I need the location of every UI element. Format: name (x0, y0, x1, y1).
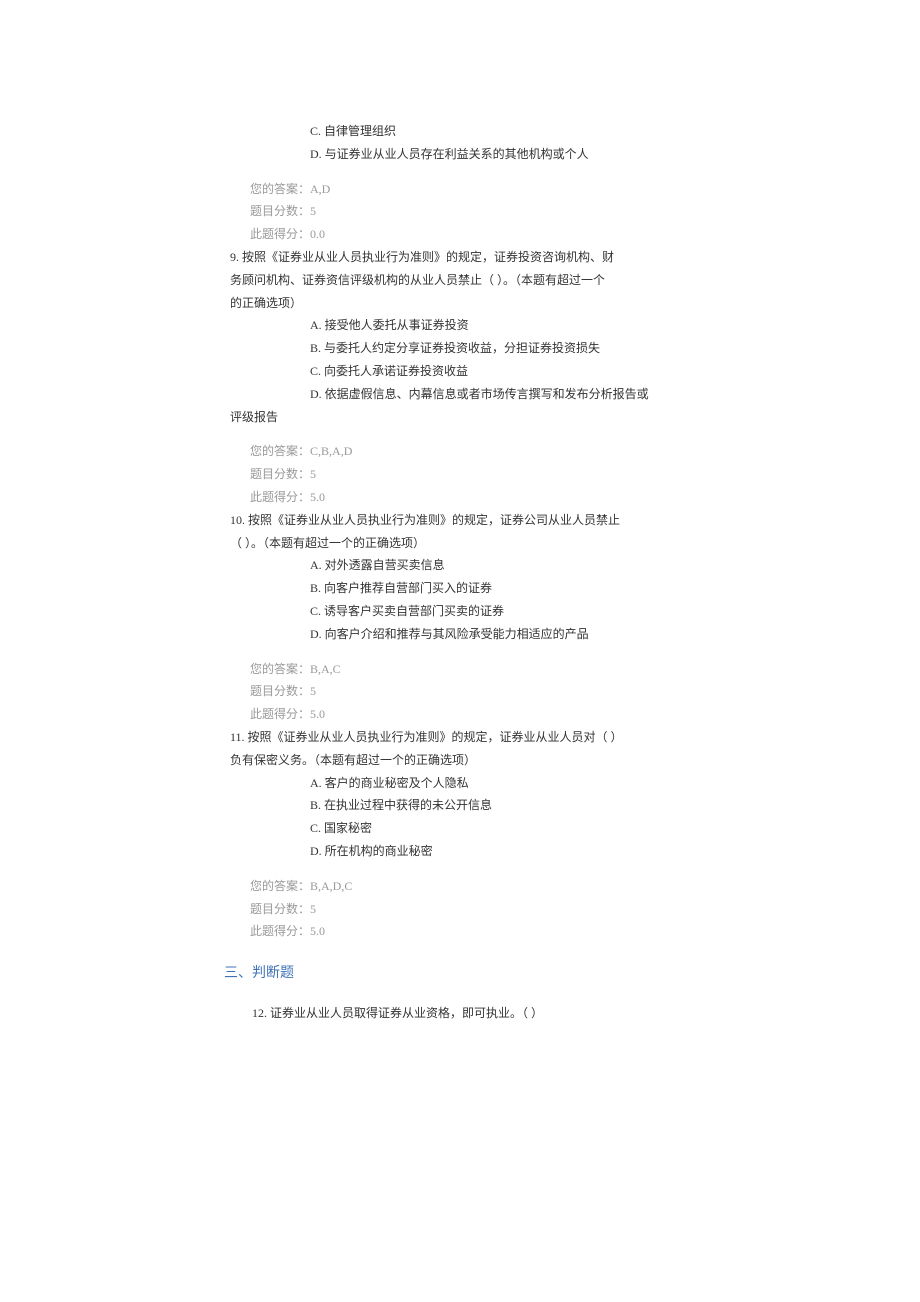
question-score-value: 5 (310, 204, 316, 218)
q11-question-score: 题目分数：5 (250, 898, 820, 921)
q9-text-line1: 9. 按照《证券业从业人员执业行为准则》的规定，证券投资咨询机构、财 (230, 246, 820, 269)
q11-option-b: B. 在执业过程中获得的未公开信息 (310, 794, 820, 817)
q10-this-score: 此题得分：5.0 (250, 703, 820, 726)
q9-this-score: 此题得分：5.0 (250, 486, 820, 509)
your-answer-label: 您的答案： (250, 662, 310, 676)
q9-option-d: D. 依据虚假信息、内幕信息或者市场传言撰写和发布分析报告或 (310, 383, 820, 406)
your-answer-label: 您的答案： (250, 444, 310, 458)
q9-option-d-cont: 评级报告 (230, 406, 820, 429)
question-score-line: 题目分数：5 (250, 200, 820, 223)
question-score-label: 题目分数： (250, 467, 310, 481)
q10-option-c: C. 诱导客户买卖自营部门买卖的证券 (310, 600, 820, 623)
q10-option-a: A. 对外透露自营买卖信息 (310, 554, 820, 577)
q9-answer-value: C,B,A,D (310, 444, 352, 458)
q9-question-score: 题目分数：5 (250, 463, 820, 486)
section-3-heading: 三、判断题 (224, 961, 820, 988)
q11-option-a: A. 客户的商业秘密及个人隐私 (310, 772, 820, 795)
q10-option-d: D. 向客户介绍和推荐与其风险承受能力相适应的产品 (310, 623, 820, 646)
q11-your-answer: 您的答案：B,A,D,C (250, 875, 820, 898)
option-c: C. 自律管理组织 (310, 120, 820, 143)
q11-got-value: 5.0 (310, 924, 325, 938)
this-score-label: 此题得分： (250, 227, 310, 241)
your-answer-value: A,D (310, 182, 330, 196)
q11-option-d: D. 所在机构的商业秘密 (310, 840, 820, 863)
q12-text: 12. 证券业从业人员取得证券从业资格，即可执业。（ ） (252, 1002, 820, 1025)
q9-option-c: C. 向委托人承诺证券投资收益 (310, 360, 820, 383)
q9-text-line3: 的正确选项） (230, 292, 820, 315)
q9-option-a: A. 接受他人委托从事证券投资 (310, 314, 820, 337)
q10-your-answer: 您的答案：B,A,C (250, 658, 820, 681)
q9-text-line2: 务顾问机构、证券资信评级机构的从业人员禁止（ ）。（本题有超过一个 (230, 269, 820, 292)
q11-score-value: 5 (310, 902, 316, 916)
q11-this-score: 此题得分：5.0 (250, 920, 820, 943)
your-answer-label: 您的答案： (250, 879, 310, 893)
q10-score-value: 5 (310, 684, 316, 698)
question-score-label: 题目分数： (250, 684, 310, 698)
q9-option-b: B. 与委托人约定分享证券投资收益，分担证券投资损失 (310, 337, 820, 360)
this-score-value: 0.0 (310, 227, 325, 241)
this-score-label: 此题得分： (250, 490, 310, 504)
this-score-label: 此题得分： (250, 924, 310, 938)
q10-text-line2: （ ）。（本题有超过一个的正确选项） (230, 532, 820, 555)
q11-text-line2: 负有保密义务。（本题有超过一个的正确选项） (230, 749, 820, 772)
option-d: D. 与证券业从业人员存在利益关系的其他机构或个人 (310, 143, 820, 166)
q10-answer-value: B,A,C (310, 662, 341, 676)
q11-option-c: C. 国家秘密 (310, 817, 820, 840)
q11-text-line1: 11. 按照《证券业从业人员执业行为准则》的规定，证券业从业人员对（ ） (230, 726, 820, 749)
question-score-label: 题目分数： (250, 902, 310, 916)
q10-option-b: B. 向客户推荐自营部门买入的证券 (310, 577, 820, 600)
question-score-label: 题目分数： (250, 204, 310, 218)
q9-your-answer: 您的答案：C,B,A,D (250, 440, 820, 463)
q9-got-value: 5.0 (310, 490, 325, 504)
q10-got-value: 5.0 (310, 707, 325, 721)
your-answer-label: 您的答案： (250, 182, 310, 196)
q10-question-score: 题目分数：5 (250, 680, 820, 703)
q11-answer-value: B,A,D,C (310, 879, 352, 893)
your-answer-line: 您的答案：A,D (250, 178, 820, 201)
document-page: C. 自律管理组织 D. 与证券业从业人员存在利益关系的其他机构或个人 您的答案… (0, 0, 920, 1302)
q10-text-line1: 10. 按照《证券业从业人员执业行为准则》的规定，证券公司从业人员禁止 (230, 509, 820, 532)
q9-score-value: 5 (310, 467, 316, 481)
this-score-label: 此题得分： (250, 707, 310, 721)
this-score-line: 此题得分：0.0 (250, 223, 820, 246)
